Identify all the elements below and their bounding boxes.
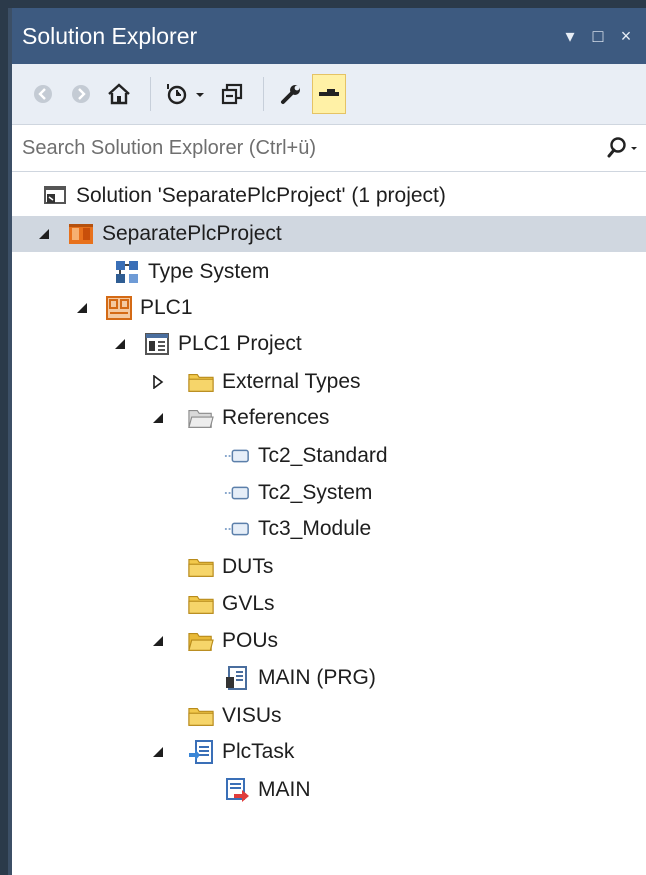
close-icon[interactable]: × [612, 26, 640, 47]
tree-item-duts[interactable]: DUTs [12, 549, 646, 585]
back-button[interactable] [26, 74, 60, 114]
forward-button[interactable] [64, 74, 98, 114]
tree-item-separateplcproject[interactable]: SeparatePlcProject [12, 216, 646, 252]
tree-item-label: DUTs [222, 555, 274, 578]
panel-title: Solution Explorer [22, 22, 198, 49]
reference-icon [224, 480, 250, 506]
folder-icon [188, 703, 214, 729]
tree-item-label: GVLs [222, 592, 275, 615]
wrench-icon [281, 85, 300, 104]
search-icon [607, 137, 637, 158]
tree-item-label: Type System [148, 260, 270, 283]
tree-item-pous[interactable]: POUs [12, 623, 646, 659]
tree-item-main-prg[interactable]: MAIN (PRG) [12, 660, 646, 696]
search-input[interactable] [12, 135, 600, 161]
tree-item-solution[interactable]: Solution 'SeparatePlcProject' (1 project… [12, 178, 646, 214]
toolbar-separator [263, 77, 264, 111]
search-bar [12, 124, 646, 172]
solution-tree: Solution 'SeparatePlcProject' (1 project… [12, 178, 646, 875]
tree-item-tc2-standard[interactable]: Tc2_Standard [12, 438, 646, 474]
tree-item-label: PLC1 [140, 296, 193, 319]
tree-item-label: MAIN [258, 778, 311, 801]
folder-icon [188, 554, 214, 580]
expanded-arrow-icon[interactable] [148, 631, 168, 651]
tree-item-main-call[interactable]: MAIN [12, 772, 646, 808]
tree-item-tc2-system[interactable]: Tc2_System [12, 475, 646, 511]
tree-item-label: Tc2_Standard [258, 444, 388, 467]
reference-icon [224, 443, 250, 469]
expanded-arrow-icon[interactable] [72, 298, 92, 318]
pending-changes-filter-icon [167, 84, 204, 105]
tree-item-plc1[interactable]: PLC1 [12, 290, 646, 326]
toolbar [12, 64, 646, 124]
tree-item-label: PlcTask [222, 740, 295, 763]
tree-item-plctask[interactable]: PlcTask [12, 734, 646, 770]
plc-project-icon [144, 331, 170, 357]
folder-icon [188, 591, 214, 617]
preview-selected-button[interactable] [312, 74, 346, 114]
collapse-all-icon [221, 83, 243, 105]
folder-icon [188, 369, 214, 395]
twincat-project-icon [68, 221, 94, 247]
folder-open-icon [188, 628, 214, 654]
solution-icon [42, 183, 68, 209]
expanded-arrow-icon[interactable] [148, 742, 168, 762]
back-icon [34, 85, 52, 103]
home-button[interactable] [102, 74, 136, 114]
expanded-arrow-icon[interactable] [148, 408, 168, 428]
window-position-dropdown-icon[interactable]: ▾ [556, 26, 584, 47]
maximize-icon[interactable]: □ [584, 26, 612, 47]
tree-item-type-system[interactable]: Type System [12, 254, 646, 290]
tree-item-label: VISUs [222, 704, 282, 727]
forward-icon [72, 85, 90, 103]
task-call-icon [224, 777, 250, 803]
tree-item-visus[interactable]: VISUs [12, 698, 646, 734]
tree-item-label: Tc2_System [258, 481, 373, 504]
tree-item-label: Tc3_Module [258, 517, 372, 540]
tree-item-label: Solution 'SeparatePlcProject' (1 project… [76, 184, 446, 207]
tree-item-label: SeparatePlcProject [102, 222, 282, 245]
tree-item-label: References [222, 406, 330, 429]
properties-button[interactable] [274, 74, 308, 114]
tree-item-label: PLC1 Project [178, 332, 302, 355]
tree-item-label: External Types [222, 370, 361, 393]
tree-item-tc3-module[interactable]: Tc3_Module [12, 511, 646, 547]
expanded-arrow-icon[interactable] [110, 334, 130, 354]
tree-item-plc1-project[interactable]: PLC1 Project [12, 326, 646, 362]
expanded-arrow-icon[interactable] [34, 224, 54, 244]
task-icon [188, 739, 214, 765]
pending-changes-filter-button[interactable] [161, 74, 211, 114]
collapsed-arrow-icon[interactable] [148, 372, 168, 392]
type-system-icon [114, 259, 140, 285]
tree-item-external-types[interactable]: External Types [12, 364, 646, 400]
tree-item-label: POUs [222, 629, 279, 652]
toolbar-separator [150, 77, 151, 111]
reference-icon [224, 516, 250, 542]
collapse-all-button[interactable] [215, 74, 249, 114]
plc-icon [106, 295, 132, 321]
tree-item-gvls[interactable]: GVLs [12, 586, 646, 622]
solution-explorer-panel: Solution Explorer ▾ □ × Search Solution … [8, 8, 646, 875]
tree-item-label: MAIN (PRG) [258, 666, 376, 689]
tree-item-references[interactable]: References [12, 400, 646, 436]
title-bar: Solution Explorer ▾ □ × [12, 8, 646, 64]
program-icon [224, 665, 250, 691]
preview-selected-icon [319, 89, 339, 96]
folder-open-gray-icon [188, 405, 214, 431]
home-icon [108, 83, 130, 105]
search-button[interactable] [600, 136, 646, 160]
